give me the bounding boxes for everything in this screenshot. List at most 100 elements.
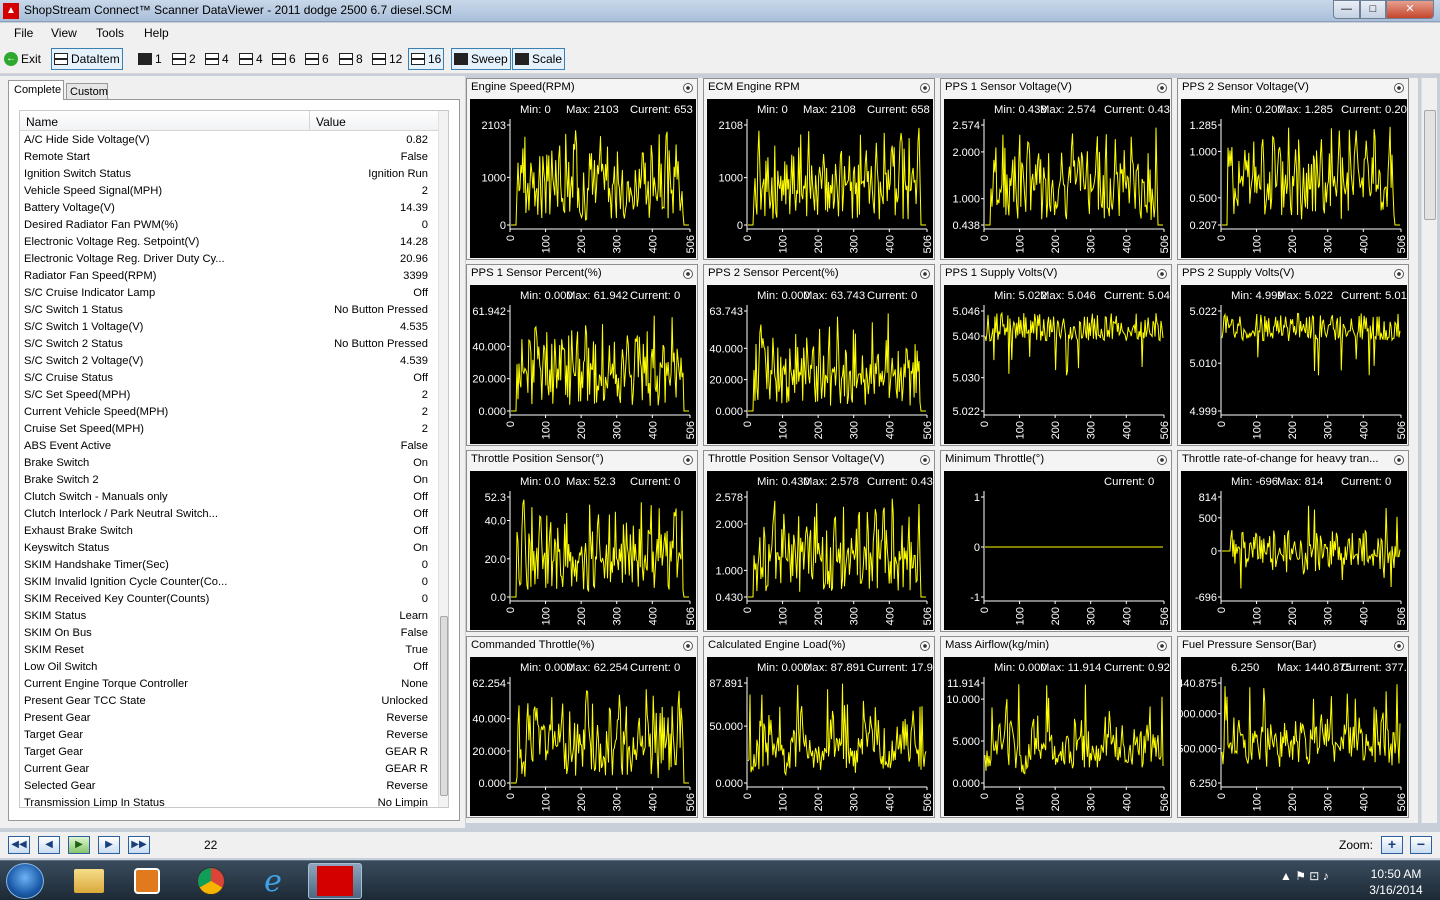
graph-select-radio[interactable] <box>1394 641 1404 651</box>
graph-panel[interactable]: PPS 2 Sensor Voltage(V) Min: 0.207 Max: 1.… <box>1177 78 1409 260</box>
dataitem-button[interactable]: DataItem <box>51 48 123 70</box>
first-frame-button[interactable]: ◀◀ <box>8 836 30 854</box>
last-frame-button[interactable]: ▶▶ <box>128 836 150 854</box>
list-item[interactable]: SKIM Handshake Timer(Sec) 0 <box>20 557 440 574</box>
layout-4b-button[interactable]: 4 <box>237 48 265 70</box>
graph-panel[interactable]: Minimum Throttle(°) Current: 0 1 0 -1 0 100 200… <box>940 450 1172 632</box>
list-item[interactable]: Brake Switch 2 On <box>20 472 440 489</box>
graph-select-radio[interactable] <box>683 641 693 651</box>
list-item[interactable]: Present Gear TCC State Unlocked <box>20 693 440 710</box>
graph-panel[interactable]: Commanded Throttle(%) Min: 0.000 Max: 62.2… <box>466 636 698 818</box>
list-item[interactable]: Current Engine Torque Controller None <box>20 676 440 693</box>
graph-select-radio[interactable] <box>1394 83 1404 93</box>
layout-6b-button[interactable]: 6 <box>303 48 331 70</box>
layout-2-button[interactable]: 2 <box>170 48 198 70</box>
graph-panel[interactable]: PPS 2 Supply Volts(V) Min: 4.999 Max: 5.02… <box>1177 264 1409 446</box>
column-separator[interactable] <box>309 111 310 131</box>
graph-panel[interactable]: Mass Airflow(kg/min) Min: 0.000 Max: 11.91… <box>940 636 1172 818</box>
graph-select-radio[interactable] <box>1394 455 1404 465</box>
list-item[interactable]: Clutch Interlock / Park Neutral Switch..… <box>20 506 440 523</box>
menu-file[interactable]: File <box>14 26 33 40</box>
graph-select-radio[interactable] <box>1157 641 1167 651</box>
taskbar-shopstream[interactable] <box>308 863 362 899</box>
taskbar-ie[interactable]: e <box>246 863 300 899</box>
graph-scrollbar[interactable] <box>1421 78 1437 823</box>
list-item[interactable]: S/C Set Speed(MPH) 2 <box>20 387 440 404</box>
list-item[interactable]: Target Gear GEAR R <box>20 744 440 761</box>
graph-panel[interactable]: Fuel Pressure Sensor(Bar) 6.250 Max: 1440.… <box>1177 636 1409 818</box>
list-item[interactable]: S/C Cruise Status Off <box>20 370 440 387</box>
list-item[interactable]: S/C Switch 1 Voltage(V) 4.535 <box>20 319 440 336</box>
zoom-out-button[interactable]: − <box>1410 836 1432 854</box>
list-item[interactable]: Battery Voltage(V) 14.39 <box>20 200 440 217</box>
graph-select-radio[interactable] <box>920 641 930 651</box>
list-item[interactable]: SKIM Invalid Ignition Cycle Counter(Co..… <box>20 574 440 591</box>
list-item[interactable]: Ignition Switch Status Ignition Run <box>20 166 440 183</box>
graph-select-radio[interactable] <box>1394 269 1404 279</box>
column-header-name[interactable]: Name <box>26 115 58 129</box>
list-item[interactable]: ABS Event Active False <box>20 438 440 455</box>
list-item[interactable]: A/C Hide Side Voltage(V) 0.82 <box>20 132 440 149</box>
graph-panel[interactable]: PPS 1 Sensor Percent(%) Min: 0.000 Max: 61… <box>466 264 698 446</box>
list-item[interactable]: SKIM Received Key Counter(Counts) 0 <box>20 591 440 608</box>
graph-select-radio[interactable] <box>1157 269 1167 279</box>
clock-time[interactable]: 10:50 AM <box>1366 867 1426 881</box>
taskbar-chrome[interactable] <box>184 863 238 899</box>
menu-view[interactable]: View <box>51 26 77 40</box>
tab-custom[interactable]: Custom <box>66 83 108 100</box>
close-button[interactable]: ✕ <box>1386 0 1434 19</box>
list-item[interactable]: Transmission Limp In Status No Limpin <box>20 795 440 807</box>
layout-1-button[interactable]: 1 <box>136 48 164 70</box>
list-item[interactable]: Exhaust Brake Switch Off <box>20 523 440 540</box>
taskbar-media-player[interactable] <box>120 863 174 899</box>
graph-select-radio[interactable] <box>683 83 693 93</box>
list-item[interactable]: Selected Gear Reverse <box>20 778 440 795</box>
list-item[interactable]: Clutch Switch - Manuals only Off <box>20 489 440 506</box>
next-frame-button[interactable]: ▶ <box>98 836 120 854</box>
list-item[interactable]: S/C Switch 2 Voltage(V) 4.539 <box>20 353 440 370</box>
list-item[interactable]: Electronic Voltage Reg. Setpoint(V) 14.28 <box>20 234 440 251</box>
maximize-button[interactable]: □ <box>1360 0 1386 19</box>
layout-6-button[interactable]: 6 <box>270 48 298 70</box>
graph-select-radio[interactable] <box>920 269 930 279</box>
minimize-button[interactable]: — <box>1333 0 1360 19</box>
graph-panel[interactable]: Throttle Position Sensor Voltage(V) Min: … <box>703 450 935 632</box>
list-item[interactable]: Current Vehicle Speed(MPH) 2 <box>20 404 440 421</box>
list-item[interactable]: S/C Switch 1 Status No Button Pressed <box>20 302 440 319</box>
graph-select-radio[interactable] <box>1157 83 1167 93</box>
graph-panel[interactable]: PPS 2 Sensor Percent(%) Min: 0.000 Max: 63… <box>703 264 935 446</box>
list-item[interactable]: Vehicle Speed Signal(MPH) 2 <box>20 183 440 200</box>
layout-8-button[interactable]: 8 <box>337 48 365 70</box>
layout-16-button[interactable]: 16 <box>408 48 445 70</box>
system-tray[interactable]: ▲ ⚑ ⊡ ♪ <box>1280 869 1329 883</box>
sweep-button[interactable]: Sweep <box>451 48 511 70</box>
graph-select-radio[interactable] <box>683 455 693 465</box>
list-item[interactable]: Brake Switch On <box>20 455 440 472</box>
graph-select-radio[interactable] <box>1157 455 1167 465</box>
list-item[interactable]: Low Oil Switch Off <box>20 659 440 676</box>
layout-12-button[interactable]: 12 <box>370 48 404 70</box>
column-header-value[interactable]: Value <box>316 115 346 129</box>
list-scrollbar[interactable] <box>438 111 448 807</box>
graph-panel[interactable]: PPS 1 Supply Volts(V) Min: 5.022 Max: 5.04… <box>940 264 1172 446</box>
scale-button[interactable]: Scale <box>512 48 566 70</box>
list-item[interactable]: Electronic Voltage Reg. Driver Duty Cy..… <box>20 251 440 268</box>
graph-select-radio[interactable] <box>683 269 693 279</box>
list-item[interactable]: Keyswitch Status On <box>20 540 440 557</box>
graph-select-radio[interactable] <box>920 455 930 465</box>
list-item[interactable]: Remote Start False <box>20 149 440 166</box>
graph-panel[interactable]: ECM Engine RPM Min: 0 Max: 2108 Current: 65… <box>703 78 935 260</box>
play-button[interactable]: ▶ <box>68 836 90 854</box>
list-item[interactable]: Desired Radiator Fan PWM(%) 0 <box>20 217 440 234</box>
taskbar-explorer[interactable] <box>62 863 116 899</box>
list-item[interactable]: SKIM On Bus False <box>20 625 440 642</box>
layout-4-button[interactable]: 4 <box>203 48 231 70</box>
graph-panel[interactable]: Throttle rate-of-change for heavy tran..… <box>1177 450 1409 632</box>
list-item[interactable]: Radiator Fan Speed(RPM) 3399 <box>20 268 440 285</box>
exit-button[interactable]: ← Exit <box>2 48 43 70</box>
graph-panel[interactable]: Throttle Position Sensor(°) Min: 0.0 Max: … <box>466 450 698 632</box>
zoom-in-button[interactable]: + <box>1381 836 1403 854</box>
clock-date[interactable]: 3/16/2014 <box>1366 883 1426 897</box>
graph-panel[interactable]: PPS 1 Sensor Voltage(V) Min: 0.438 Max: 2.… <box>940 78 1172 260</box>
graph-panel[interactable]: Engine Speed(RPM) Min: 0 Max: 2103 Current:… <box>466 78 698 260</box>
